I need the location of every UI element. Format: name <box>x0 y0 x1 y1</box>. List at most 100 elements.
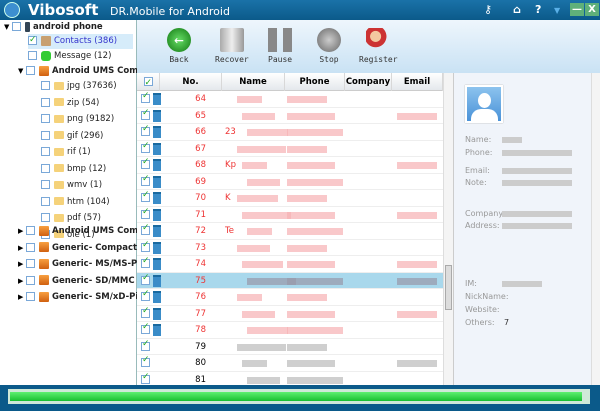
table-row[interactable]: 73 <box>137 240 443 256</box>
detail-label: IM: <box>465 279 477 288</box>
detail-value <box>502 211 572 217</box>
table-row[interactable]: 78 <box>137 322 443 339</box>
table-row[interactable]: 71 <box>137 207 443 223</box>
table-scrollbar[interactable] <box>443 73 453 385</box>
detail-label: Phone: <box>465 148 493 157</box>
key-icon[interactable]: ⚷ <box>484 3 492 16</box>
table-row[interactable]: 65 <box>137 108 443 124</box>
table-row[interactable]: 70 K <box>137 190 443 207</box>
minimize-button[interactable]: — <box>570 3 584 16</box>
folder-icon <box>54 197 64 205</box>
col-email[interactable]: Email <box>392 73 443 91</box>
tree-folder[interactable]: gif (296) <box>41 129 103 144</box>
detail-scrollbar[interactable] <box>591 73 600 385</box>
register-button[interactable]: Register <box>359 28 398 64</box>
table-row[interactable]: 74 <box>137 256 443 273</box>
dropdown-icon[interactable]: ▼ <box>554 6 560 15</box>
contacts-table: No. Name Phone Company Email 64 65 66 23… <box>137 73 453 385</box>
drive-icon <box>39 291 49 302</box>
table-row[interactable]: 64 <box>137 91 443 108</box>
row-checkbox[interactable] <box>141 190 150 202</box>
table-row[interactable]: 75 <box>137 272 443 289</box>
table-row[interactable]: 79 <box>137 339 443 355</box>
row-checkbox[interactable] <box>141 108 150 120</box>
select-all-checkbox[interactable] <box>137 73 160 92</box>
detail-label: Email: <box>465 166 490 175</box>
row-checkbox[interactable] <box>141 91 150 103</box>
tree-folder[interactable]: wmv (1) <box>41 178 102 193</box>
row-checkbox[interactable] <box>141 339 150 351</box>
detail-value <box>502 137 522 143</box>
drive-icon <box>39 225 49 236</box>
title-bar: Vibosoft DR.Mobile for Android ⚷ ⌂ ? ▼ —… <box>0 0 600 20</box>
detail-value <box>502 180 572 186</box>
row-checkbox[interactable] <box>141 256 150 268</box>
folder-icon <box>54 147 64 156</box>
table-row[interactable]: 68 Kp <box>137 157 443 174</box>
recover-button[interactable]: Recover <box>215 28 249 64</box>
col-name[interactable]: Name <box>222 73 285 91</box>
close-button[interactable]: X <box>585 3 599 16</box>
folder-icon <box>54 98 64 106</box>
table-header: No. Name Phone Company Email <box>137 73 443 92</box>
folder-icon <box>54 180 64 189</box>
col-company[interactable]: Company <box>345 73 392 91</box>
tree-folder[interactable]: jpg (37636) <box>41 79 117 94</box>
tree-contacts[interactable]: Contacts (386) <box>28 33 133 49</box>
tree-folder[interactable]: zip (54) <box>41 96 99 111</box>
tree-drive[interactable]: ▶ Generic- MS/MS-Pr... <box>18 257 150 272</box>
tree-message[interactable]: Message (12) <box>28 49 111 64</box>
row-checkbox[interactable] <box>141 174 150 186</box>
row-checkbox[interactable] <box>141 322 150 334</box>
col-phone[interactable]: Phone <box>285 73 345 91</box>
tree-drive[interactable]: ▶ Generic- SM/xD-Pic... <box>18 290 153 305</box>
tree-folder[interactable]: rif (1) <box>41 145 91 160</box>
row-checkbox[interactable] <box>141 124 150 136</box>
pause-button[interactable]: Pause <box>268 28 292 64</box>
table-row[interactable]: 72 Te <box>137 223 443 240</box>
folder-icon <box>54 114 64 123</box>
table-row[interactable]: 66 23 <box>137 124 443 141</box>
table-row[interactable]: 77 <box>137 306 443 322</box>
row-checkbox[interactable] <box>141 355 150 367</box>
col-no[interactable]: No. <box>160 73 222 91</box>
toolbar: ← Back Recover Pause Stop Register <box>137 20 600 73</box>
tree-drive[interactable]: ▶ Android UMS Com... <box>18 224 148 239</box>
table-row[interactable]: 69 <box>137 174 443 190</box>
back-button[interactable]: ← Back <box>167 28 191 64</box>
row-checkbox[interactable] <box>141 273 150 285</box>
others-value: 7 <box>504 318 510 327</box>
tree-folder[interactable]: bmp (12) <box>41 162 106 177</box>
detail-label: Website: <box>465 305 500 314</box>
row-checkbox[interactable] <box>141 207 150 219</box>
detail-label: Note: <box>465 178 487 187</box>
tree-drive[interactable]: ▶ Generic- SD/MMC U... <box>18 274 154 289</box>
row-checkbox[interactable] <box>141 157 150 169</box>
row-checkbox[interactable] <box>141 223 150 235</box>
stop-icon <box>317 28 341 52</box>
detail-label: Address: <box>465 221 500 230</box>
row-checkbox[interactable] <box>141 141 150 153</box>
contact-avatar <box>465 85 503 123</box>
table-row[interactable]: 80 <box>137 355 443 372</box>
tree-folder[interactable]: htm (104) <box>41 195 110 210</box>
app-logo-icon <box>4 2 20 18</box>
pause-icon <box>268 28 293 52</box>
tree-storage[interactable]: ▼ Android UMS Com... <box>18 64 148 79</box>
table-row[interactable]: 76 <box>137 289 443 306</box>
recycle-bin-icon <box>219 28 244 52</box>
row-checkbox[interactable] <box>141 372 150 384</box>
tree-folder[interactable]: png (9182) <box>41 112 114 127</box>
stop-button[interactable]: Stop <box>317 28 341 64</box>
row-checkbox[interactable] <box>141 289 150 301</box>
progress-bar <box>8 389 590 404</box>
row-checkbox[interactable] <box>141 240 150 252</box>
tree-root[interactable]: ▼ android phone <box>4 20 103 35</box>
row-checkbox[interactable] <box>141 306 150 318</box>
drive-icon <box>39 275 49 285</box>
table-row[interactable]: 67 <box>137 141 443 157</box>
home-icon[interactable]: ⌂ <box>513 3 521 16</box>
table-row[interactable]: 81 <box>137 372 443 386</box>
help-icon[interactable]: ? <box>535 3 541 16</box>
detail-label: NickName: <box>465 292 509 301</box>
